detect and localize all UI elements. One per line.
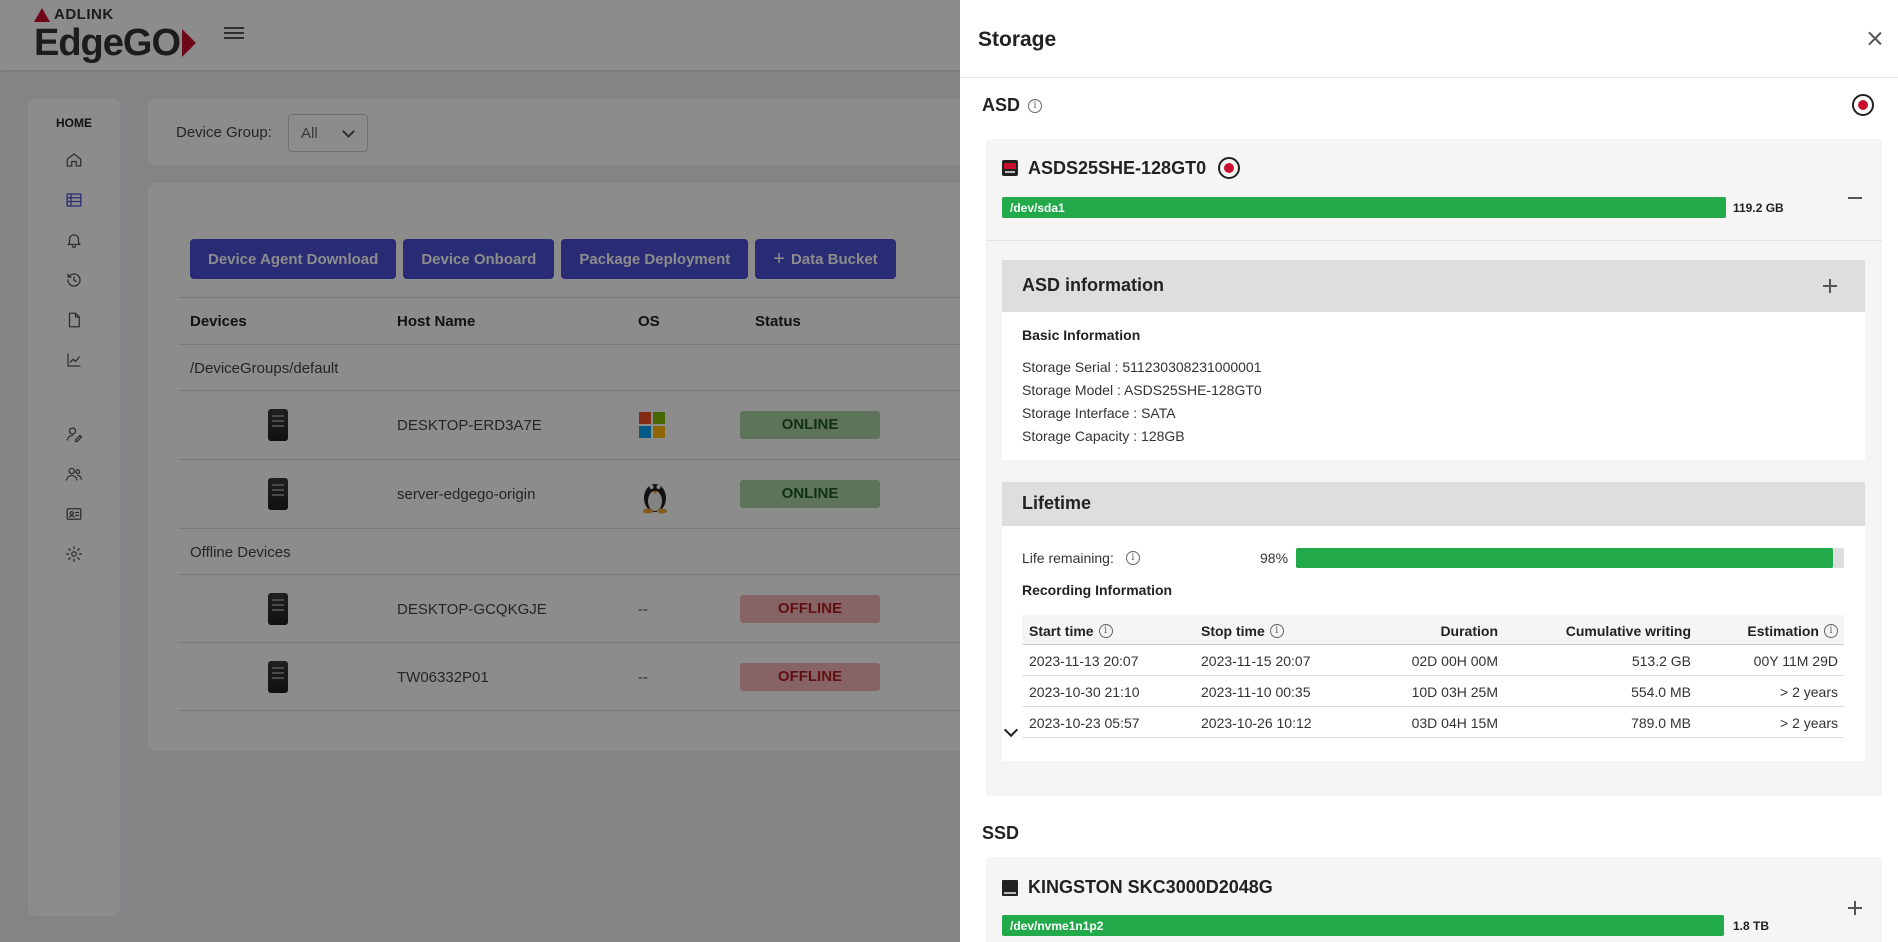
partition-size: 1.8 TB [1733, 919, 1770, 933]
expand-icon[interactable] [1821, 277, 1839, 295]
ssd-device-card: KINGSTON SKC3000D2048G /dev/nvme1n1p2 1.… [986, 857, 1882, 942]
info-icon[interactable]: i [1098, 624, 1113, 638]
storage-capacity: Storage Capacity : 128GB [1022, 428, 1185, 444]
basic-information-title: Basic Information [1022, 327, 1141, 343]
lifetime-header: Lifetime [1002, 482, 1865, 526]
storage-model: Storage Model : ASDS25SHE-128GT0 [1022, 382, 1262, 398]
record-status-icon[interactable] [1218, 157, 1241, 179]
ssd-section-title: SSD [982, 823, 1020, 843]
close-icon[interactable] [1864, 28, 1886, 50]
asd-information-header[interactable]: ASD information [1002, 260, 1865, 312]
asd-information-panel: ASD information Basic Information Storag… [1002, 260, 1865, 460]
record-status-icon[interactable] [1852, 94, 1874, 116]
storage-serial: Storage Serial : 511230308231000001 [1022, 359, 1262, 375]
partition-usage-bar: /dev/sda1 [1002, 197, 1726, 218]
life-remaining-label: Life remaining: [1022, 550, 1114, 566]
asd-drive-icon [1002, 160, 1018, 176]
info-icon[interactable]: i [1824, 624, 1838, 638]
chevron-down-icon[interactable] [1003, 722, 1019, 738]
info-icon[interactable]: i [1125, 551, 1140, 565]
expand-icon[interactable] [1846, 899, 1864, 917]
table-row: 2023-11-13 20:07 2023-11-15 20:07 02D 00… [1022, 645, 1844, 676]
asd-section-title: ASD i [982, 95, 1043, 116]
storage-interface: Storage Interface : SATA [1022, 405, 1176, 421]
drawer-header: Storage [960, 0, 1898, 78]
info-icon[interactable]: i [1269, 624, 1284, 638]
ssd-drive-icon [1002, 879, 1018, 896]
info-icon[interactable]: i [1028, 98, 1043, 113]
collapse-icon[interactable] [1846, 189, 1864, 207]
life-remaining-fill [1296, 548, 1834, 568]
drawer-title: Storage [978, 28, 1057, 51]
ssd-device-name: KINGSTON SKC3000D2048G [1028, 877, 1273, 897]
storage-drawer: Storage ASD i ASDS25SHE-128GT0 /dev/sda1 … [960, 0, 1898, 942]
recording-table-header: Start time i Stop time i Duration Cumulati… [1022, 615, 1844, 645]
recording-information-title: Recording Information [1022, 582, 1173, 598]
table-row: 2023-10-30 21:10 2023-11-10 00:35 10D 03… [1022, 676, 1844, 707]
asd-device-name: ASDS25SHE-128GT0 [1028, 157, 1207, 178]
life-remaining-bar [1296, 548, 1844, 568]
lifetime-panel: Lifetime Life remaining: i 98% Recording … [1002, 482, 1865, 761]
partition-usage-bar: /dev/nvme1n1p2 [1002, 915, 1724, 936]
table-row: 2023-10-23 05:57 2023-10-26 10:12 03D 04… [1022, 707, 1844, 738]
partition-size: 119.2 GB [1733, 201, 1784, 215]
divider [986, 240, 1882, 241]
life-remaining-percent: 98% [1260, 550, 1289, 566]
